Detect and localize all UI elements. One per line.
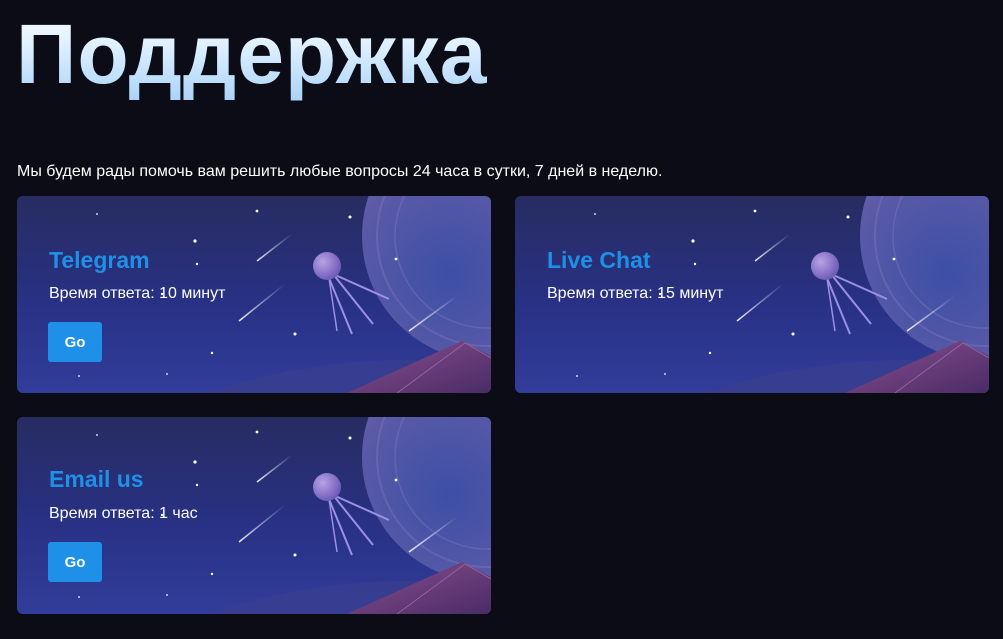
support-card-live-chat: Live Chat Время ответа: 15 минут — [515, 196, 989, 393]
card-title: Email us — [49, 466, 144, 492]
go-button[interactable]: Go — [48, 322, 102, 362]
card-title: Telegram — [49, 247, 150, 273]
intro-text: Мы будем рады помочь вам решить любые во… — [17, 163, 663, 180]
support-card-email: Email us Время ответа: 1 час Go — [17, 417, 491, 614]
card-response-time: Время ответа: 10 минут — [49, 285, 226, 302]
card-response-time: Время ответа: 1 час — [49, 505, 198, 522]
page-title: Поддержка — [16, 7, 488, 101]
card-response-time: Время ответа: 15 минут — [547, 285, 724, 302]
support-card-telegram: Telegram Время ответа: 10 минут Go — [17, 196, 491, 393]
go-button[interactable]: Go — [48, 542, 102, 582]
card-title: Live Chat — [547, 247, 651, 273]
